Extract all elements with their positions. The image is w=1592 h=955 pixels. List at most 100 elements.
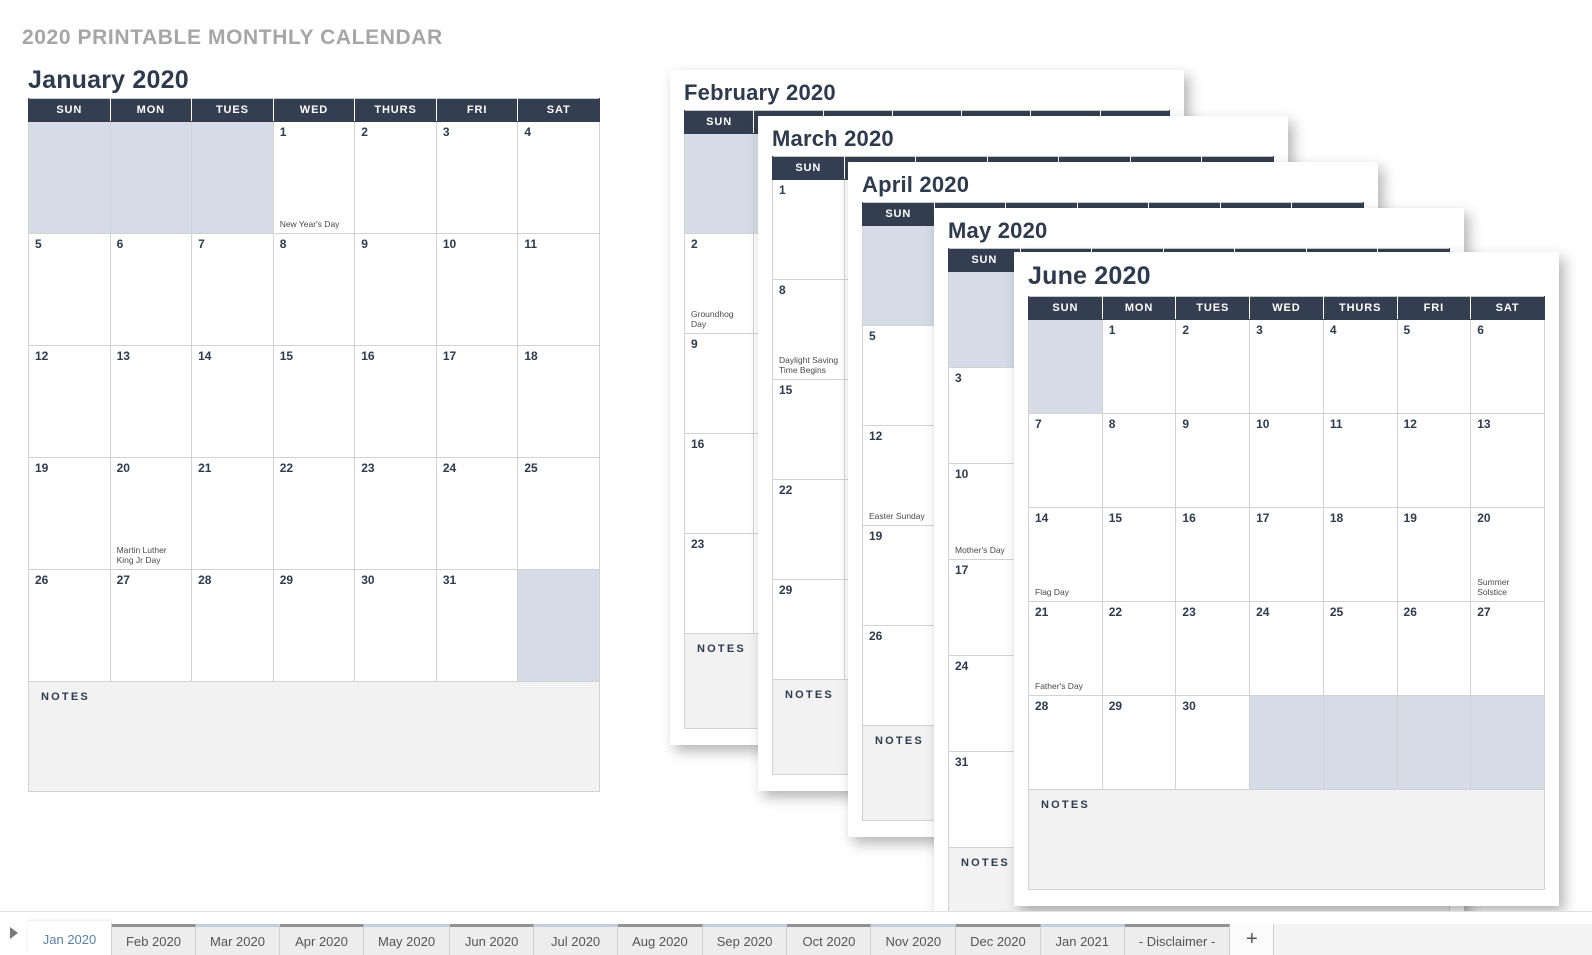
calendar-cell-day-24[interactable]: 24 xyxy=(1249,601,1324,696)
calendar-cell-day-27[interactable]: 27 xyxy=(1470,601,1545,696)
calendar-cell-day-9[interactable]: 9 xyxy=(683,333,755,434)
calendar-cell-day-5[interactable]: 5 xyxy=(862,325,935,426)
calendar-cell-empty[interactable] xyxy=(517,569,600,682)
calendar-cell-day-10[interactable]: 10 Mother's Day xyxy=(948,463,1021,560)
calendar-cell-day-16[interactable]: 16 xyxy=(1175,507,1251,602)
sheet-tab-dec-2020[interactable]: Dec 2020 xyxy=(956,924,1041,955)
calendar-cell-day-2[interactable]: 2 xyxy=(354,121,437,234)
calendar-cell-day-18[interactable]: 18 xyxy=(1322,507,1398,602)
calendar-cell-empty[interactable] xyxy=(191,121,274,234)
calendar-cell-day-13[interactable]: 13 xyxy=(1470,413,1545,508)
notes-box-january[interactable]: NOTES xyxy=(28,682,600,792)
calendar-cell-day-22[interactable]: 22 xyxy=(272,457,356,570)
calendar-cell-day-9[interactable]: 9 xyxy=(1175,413,1251,508)
add-sheet-button[interactable]: + xyxy=(1230,924,1275,955)
calendar-cell-day-17[interactable]: 17 xyxy=(435,345,519,458)
sheet-tab-apr-2020[interactable]: Apr 2020 xyxy=(280,924,364,955)
calendar-cell-day-4[interactable]: 4 xyxy=(1322,319,1398,414)
calendar-cell-empty[interactable] xyxy=(1249,695,1324,790)
calendar-cell-empty[interactable] xyxy=(1322,695,1398,790)
sheet-tab-jan-2021[interactable]: Jan 2021 xyxy=(1040,924,1125,955)
calendar-cell-day-1[interactable]: 1 New Year's Day xyxy=(272,121,356,234)
calendar-cell-day-21[interactable]: 21 Father's Day xyxy=(1028,601,1103,696)
calendar-cell-day-8[interactable]: 8 xyxy=(1101,413,1177,508)
calendar-cell-day-15[interactable]: 15 xyxy=(272,345,356,458)
calendar-cell-day-12[interactable]: 12 xyxy=(1396,413,1472,508)
calendar-cell-day-8[interactable]: 8 Daylight Saving Time Begins xyxy=(772,279,845,380)
calendar-cell-day-24[interactable]: 24 xyxy=(435,457,519,570)
calendar-cell-day-19[interactable]: 19 xyxy=(862,525,935,626)
sheet-scroll-right-button[interactable] xyxy=(0,911,28,955)
calendar-cell-empty[interactable] xyxy=(862,225,935,326)
calendar-cell-day-4[interactable]: 4 xyxy=(517,121,600,234)
sheet-tab-oct-2020[interactable]: Oct 2020 xyxy=(787,924,872,955)
calendar-cell-empty[interactable] xyxy=(28,121,111,234)
calendar-cell-day-17[interactable]: 17 xyxy=(1249,507,1324,602)
calendar-cell-day-28[interactable]: 28 xyxy=(191,569,274,682)
sheet-tab-nov-2020[interactable]: Nov 2020 xyxy=(871,924,957,955)
calendar-cell-day-15[interactable]: 15 xyxy=(1101,507,1177,602)
calendar-cell-day-2[interactable]: 2 Groundhog Day xyxy=(683,233,755,334)
calendar-cell-day-6[interactable]: 6 xyxy=(1470,319,1545,414)
calendar-cell-day-15[interactable]: 15 xyxy=(772,379,845,480)
notes-box-june[interactable]: NOTES xyxy=(1028,790,1545,890)
calendar-cell-day-10[interactable]: 10 xyxy=(435,233,519,346)
calendar-cell-day-17[interactable]: 17 xyxy=(948,559,1021,656)
calendar-cell-day-22[interactable]: 22 xyxy=(1101,601,1177,696)
calendar-cell-day-21[interactable]: 21 xyxy=(191,457,274,570)
calendar-cell-day-5[interactable]: 5 xyxy=(1396,319,1472,414)
calendar-cell-day-24[interactable]: 24 xyxy=(948,655,1021,752)
calendar-cell-day-7[interactable]: 7 xyxy=(191,233,274,346)
calendar-cell-day-30[interactable]: 30 xyxy=(1175,695,1251,790)
calendar-cell-day-1[interactable]: 1 xyxy=(1101,319,1177,414)
calendar-cell-day-11[interactable]: 11 xyxy=(517,233,600,346)
calendar-cell-day-3[interactable]: 3 xyxy=(1249,319,1324,414)
calendar-cell-day-30[interactable]: 30 xyxy=(354,569,437,682)
calendar-cell-day-27[interactable]: 27 xyxy=(109,569,193,682)
calendar-cell-empty[interactable] xyxy=(1396,695,1472,790)
calendar-cell-day-3[interactable]: 3 xyxy=(948,367,1021,464)
sheet-tab-aug-2020[interactable]: Aug 2020 xyxy=(618,924,703,955)
calendar-cell-day-8[interactable]: 8 xyxy=(272,233,356,346)
calendar-cell-day-29[interactable]: 29 xyxy=(772,579,845,680)
sheet-tab-jan-2020[interactable]: Jan 2020 xyxy=(28,921,112,955)
calendar-cell-day-23[interactable]: 23 xyxy=(1175,601,1251,696)
calendar-cell-empty[interactable] xyxy=(1028,319,1103,414)
calendar-cell-empty[interactable] xyxy=(683,133,755,234)
calendar-cell-day-25[interactable]: 25 xyxy=(517,457,600,570)
calendar-cell-day-26[interactable]: 26 xyxy=(1396,601,1472,696)
calendar-cell-empty[interactable] xyxy=(1470,695,1545,790)
calendar-cell-day-3[interactable]: 3 xyxy=(435,121,519,234)
calendar-cell-day-14[interactable]: 14 xyxy=(191,345,274,458)
sheet-tab-feb-2020[interactable]: Feb 2020 xyxy=(112,924,196,955)
calendar-cell-empty[interactable] xyxy=(109,121,193,234)
calendar-cell-day-22[interactable]: 22 xyxy=(772,479,845,580)
calendar-cell-day-6[interactable]: 6 xyxy=(109,233,193,346)
sheet-tab-sep-2020[interactable]: Sep 2020 xyxy=(702,924,788,955)
calendar-cell-day-9[interactable]: 9 xyxy=(354,233,437,346)
calendar-cell-day-7[interactable]: 7 xyxy=(1028,413,1103,508)
calendar-cell-day-26[interactable]: 26 xyxy=(28,569,111,682)
calendar-cell-day-1[interactable]: 1 xyxy=(772,179,845,280)
calendar-cell-day-12[interactable]: 12 Easter Sunday xyxy=(862,425,935,526)
calendar-cell-day-2[interactable]: 2 xyxy=(1175,319,1251,414)
sheet-tab-jun-2020[interactable]: Jun 2020 xyxy=(450,924,535,955)
calendar-cell-day-12[interactable]: 12 xyxy=(28,345,111,458)
calendar-cell-day-16[interactable]: 16 xyxy=(354,345,437,458)
calendar-cell-day-25[interactable]: 25 xyxy=(1322,601,1398,696)
calendar-cell-day-29[interactable]: 29 xyxy=(272,569,356,682)
calendar-cell-day-23[interactable]: 23 xyxy=(354,457,437,570)
calendar-cell-day-20[interactable]: 20 Summer Solstice xyxy=(1470,507,1545,602)
calendar-cell-day-5[interactable]: 5 xyxy=(28,233,111,346)
calendar-cell-day-16[interactable]: 16 xyxy=(683,433,755,534)
calendar-cell-day-20[interactable]: 20 Martin Luther King Jr Day xyxy=(109,457,193,570)
calendar-cell-day-29[interactable]: 29 xyxy=(1101,695,1177,790)
sheet-tab-jul-2020[interactable]: Jul 2020 xyxy=(534,924,619,955)
calendar-cell-day-14[interactable]: 14 Flag Day xyxy=(1028,507,1103,602)
sheet-tab-may-2020[interactable]: May 2020 xyxy=(364,924,451,955)
calendar-cell-day-26[interactable]: 26 xyxy=(862,625,935,726)
sheet-tab-disclaimer[interactable]: - Disclaimer - xyxy=(1124,924,1231,955)
sheet-tab-mar-2020[interactable]: Mar 2020 xyxy=(196,924,280,955)
calendar-cell-day-13[interactable]: 13 xyxy=(109,345,193,458)
calendar-cell-day-19[interactable]: 19 xyxy=(1396,507,1472,602)
